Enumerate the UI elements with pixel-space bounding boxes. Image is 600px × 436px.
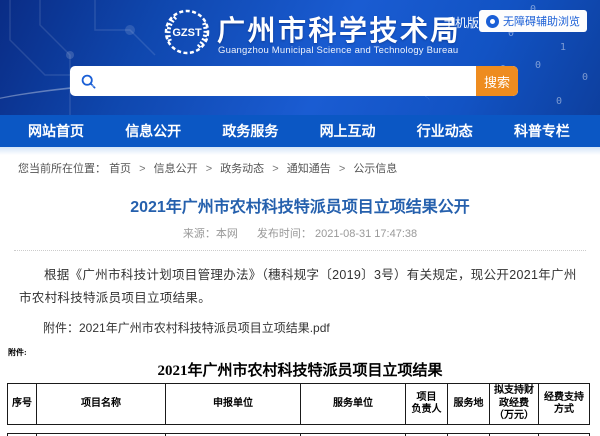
- site-header: 01 01 00 10 10 GZST 广州市科学技术局 Guangzhou M…: [0, 0, 600, 115]
- search-button[interactable]: 搜索: [476, 66, 518, 96]
- search-input[interactable]: [96, 66, 476, 96]
- col-funding-method: 经费支持 方式: [539, 384, 590, 425]
- breadcrumb-separator: >: [139, 163, 145, 175]
- preview-table-title: 2021年广州市农村科技特派员项目立项结果: [0, 359, 600, 380]
- col-service-location: 服务地: [448, 384, 490, 425]
- site-title: 广州市科学技术局: [217, 9, 461, 49]
- nav-item-online-interaction[interactable]: 网上互动: [320, 121, 376, 141]
- main-nav: 网站首页 信息公开 政务服务 网上互动 行业动态 科普专栏: [0, 115, 600, 147]
- logo-text: GZST: [172, 27, 202, 39]
- article-meta: 来源：本网 发布时间： 2021-08-31 17:47:38: [0, 225, 600, 241]
- breadcrumb-item-info-disclosure[interactable]: 信息公开: [154, 163, 198, 175]
- nav-item-gov-services[interactable]: 政务服务: [222, 121, 278, 141]
- col-service-unit: 服务单位: [301, 384, 406, 425]
- nav-gradient-strip: [0, 147, 600, 155]
- col-project-leader: 项目 负责人: [406, 384, 448, 425]
- breadcrumb: 您当前所在位置： 首页 > 信息公开 > 政务动态 > 通知通告 > 公示信息: [0, 155, 600, 178]
- article-source: 来源：本网: [183, 228, 238, 240]
- breadcrumb-separator: >: [339, 163, 345, 175]
- search-icon: [81, 74, 96, 89]
- circuit-pattern-decoration: [0, 0, 170, 115]
- breadcrumb-separator: >: [272, 163, 278, 175]
- table-header-row: 序号 项目名称 申报单位 服务单位 项目 负责人 服务地 拟支持财 政经费 （万…: [8, 384, 590, 425]
- nav-item-info-disclosure[interactable]: 信息公开: [125, 121, 181, 141]
- mobile-version-link[interactable]: 手机版: [443, 14, 479, 31]
- breadcrumb-label: 您当前所在位置：: [18, 163, 106, 175]
- col-applicant-unit: 申报单位: [166, 384, 301, 425]
- accessibility-button-label: 无障碍辅助浏览: [503, 13, 580, 29]
- col-funding-amount: 拟支持财 政经费 （万元）: [490, 384, 539, 425]
- page-break-gap: [0, 425, 600, 433]
- breadcrumb-separator: >: [206, 163, 212, 175]
- attachment-pdf-link[interactable]: 附件：2021年广州市农村科技特派员项目立项结果.pdf: [43, 321, 330, 335]
- search-bar: 搜索: [70, 66, 518, 96]
- nav-item-science-column[interactable]: 科普专栏: [514, 121, 570, 141]
- gzst-logo: GZST: [162, 7, 212, 57]
- nav-item-industry-news[interactable]: 行业动态: [417, 121, 473, 141]
- accessibility-eye-icon: [486, 15, 499, 28]
- breadcrumb-item-home[interactable]: 首页: [109, 163, 131, 175]
- nav-item-home[interactable]: 网站首页: [28, 121, 84, 141]
- site-subtitle: Guangzhou Municipal Science and Technolo…: [218, 45, 458, 56]
- accessibility-button[interactable]: 无障碍辅助浏览: [479, 10, 587, 32]
- article-title: 2021年广州市农村科技特派员项目立项结果公开: [0, 193, 600, 217]
- pdf-preview: 附件: 2021年广州市农村科技特派员项目立项结果 序号 项目名称 申报单位 服…: [0, 347, 600, 436]
- col-project-name: 项目名称: [37, 384, 166, 425]
- article-publish-time: 发布时间： 2021-08-31 17:47:38: [257, 228, 417, 240]
- dotted-divider: [14, 250, 586, 251]
- article-body: 根据《广州市科技计划项目管理办法》（穗科规字〔2019〕3号）有关规定，现公开2…: [19, 264, 581, 310]
- breadcrumb-item-notices[interactable]: 通知通告: [287, 163, 331, 175]
- breadcrumb-item-gov-news[interactable]: 政务动态: [220, 163, 264, 175]
- result-table-header: 序号 项目名称 申报单位 服务单位 项目 负责人 服务地 拟支持财 政经费 （万…: [7, 383, 590, 425]
- breadcrumb-item-public-info[interactable]: 公示信息: [353, 163, 397, 175]
- article-attachment-row: 附件：2021年广州市农村科技特派员项目立项结果.pdf: [19, 319, 581, 336]
- col-serial-number: 序号: [8, 384, 37, 425]
- preview-attachment-label: 附件:: [8, 347, 600, 358]
